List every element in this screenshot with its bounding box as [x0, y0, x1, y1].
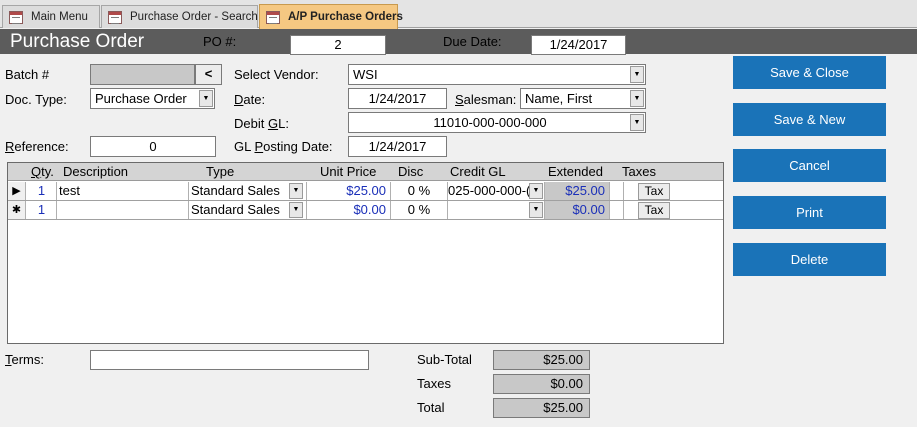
- total-field: $25.00: [493, 398, 590, 418]
- unit-price-cell[interactable]: $0.00: [307, 201, 391, 219]
- column-header-disc: Disc: [398, 164, 424, 179]
- tab-ap-purchase-orders[interactable]: A/P Purchase Orders: [259, 4, 403, 29]
- vendor-value: WSI: [353, 67, 378, 82]
- unit-price-cell[interactable]: $25.00: [307, 182, 391, 200]
- table-row[interactable]: ✱ 1 Standard Sales ▼ $0.00 0 % ▼ $0.00 T…: [8, 201, 723, 220]
- total-label: Total: [417, 400, 445, 415]
- due-date-field[interactable]: 1/24/2017: [531, 35, 626, 55]
- form-icon: [9, 10, 23, 24]
- column-header-type: Type: [206, 164, 235, 179]
- document-tab-bar: Main Menu Purchase Order - Search A/P Pu…: [0, 0, 917, 29]
- select-vendor-label: Select Vendor:: [234, 67, 319, 82]
- description-cell[interactable]: test: [57, 182, 189, 200]
- column-header-qty: Qty.: [31, 164, 54, 179]
- record-selector-icon[interactable]: ▶: [8, 182, 26, 200]
- batch-lookup-button[interactable]: <: [195, 64, 222, 85]
- form-icon: [108, 10, 122, 24]
- tab-purchase-order-search[interactable]: Purchase Order - Search: [101, 5, 258, 28]
- form-icon: [266, 10, 280, 24]
- qty-cell[interactable]: 1: [27, 182, 57, 200]
- debit-gl-value: 11010-000-000-000: [433, 115, 547, 130]
- chevron-down-icon[interactable]: ▼: [630, 90, 644, 107]
- chevron-down-icon[interactable]: ▼: [289, 183, 303, 199]
- column-header-taxes: Taxes: [622, 164, 656, 179]
- table-row[interactable]: ▶ 1 test Standard Sales ▼ $25.00 0 % 025…: [8, 182, 723, 201]
- print-button[interactable]: Print: [733, 196, 886, 229]
- vendor-select[interactable]: WSI ▼: [348, 64, 646, 85]
- debit-gl-select[interactable]: 11010-000-000-000 ▼: [348, 112, 646, 133]
- column-header-unit-price: Unit Price: [320, 164, 377, 179]
- reference-label: Reference:: [5, 139, 69, 154]
- chevron-down-icon[interactable]: ▼: [199, 90, 213, 107]
- new-record-icon[interactable]: ✱: [8, 201, 26, 219]
- tax-button[interactable]: Tax: [638, 202, 670, 219]
- salesman-select[interactable]: Name, First ▼: [520, 88, 646, 109]
- tab-main-menu[interactable]: Main Menu: [2, 5, 100, 28]
- terms-label: Terms:: [5, 352, 44, 367]
- extended-cell: $25.00: [545, 182, 610, 200]
- chevron-down-icon[interactable]: ▼: [630, 66, 644, 83]
- gl-posting-date-field[interactable]: 1/24/2017: [348, 136, 447, 157]
- batch-field[interactable]: [90, 64, 195, 85]
- subtotal-label: Sub-Total: [417, 352, 472, 367]
- column-header-description: Description: [63, 164, 129, 179]
- tab-label: Main Menu: [31, 11, 88, 23]
- chevron-down-icon[interactable]: ▼: [630, 114, 644, 131]
- tab-label: Purchase Order - Search: [130, 11, 258, 23]
- taxes-label: Taxes: [417, 376, 451, 391]
- page-title: Purchase Order: [10, 31, 145, 52]
- po-number-field[interactable]: 2: [290, 35, 386, 55]
- save-close-button[interactable]: Save & Close: [733, 56, 886, 89]
- extended-cell: $0.00: [545, 201, 610, 219]
- taxes-spacer-cell: [610, 201, 624, 219]
- delete-button[interactable]: Delete: [733, 243, 886, 276]
- salesman-value: Name, First: [525, 91, 593, 106]
- chevron-down-icon[interactable]: ▼: [529, 183, 543, 199]
- batch-label: Batch #: [5, 67, 50, 82]
- reference-field[interactable]: 0: [90, 136, 216, 157]
- qty-cell[interactable]: 1: [27, 201, 57, 219]
- date-label: Date:: [234, 92, 266, 107]
- doc-type-select[interactable]: Purchase Order ▼: [90, 88, 215, 109]
- chevron-down-icon[interactable]: ▼: [289, 202, 303, 218]
- line-items-grid[interactable]: Qty. Description Type Unit Price Disc Cr…: [7, 162, 724, 344]
- tab-label: A/P Purchase Orders: [288, 11, 403, 23]
- terms-field[interactable]: [90, 350, 369, 370]
- save-new-button[interactable]: Save & New: [733, 103, 886, 136]
- due-date-label: Due Date:: [443, 34, 502, 49]
- doc-type-value: Purchase Order: [95, 91, 187, 106]
- description-cell[interactable]: [57, 201, 189, 219]
- chevron-down-icon[interactable]: ▼: [529, 202, 543, 218]
- date-field[interactable]: 1/24/2017: [348, 88, 447, 109]
- debit-gl-label: Debit GL:: [234, 116, 289, 131]
- subtotal-field: $25.00: [493, 350, 590, 370]
- grid-header: Qty. Description Type Unit Price Disc Cr…: [8, 163, 723, 181]
- salesman-label: Salesman:: [455, 92, 517, 107]
- po-number-label: PO #:: [203, 34, 237, 49]
- column-header-extended: Extended: [548, 164, 603, 179]
- tax-button[interactable]: Tax: [638, 183, 670, 200]
- doc-type-label: Doc. Type:: [5, 92, 67, 107]
- disc-cell[interactable]: 0 %: [391, 201, 448, 219]
- taxes-spacer-cell: [610, 182, 624, 200]
- cancel-button[interactable]: Cancel: [733, 149, 886, 182]
- disc-cell[interactable]: 0 %: [391, 182, 448, 200]
- gl-posting-date-label: GL Posting Date:: [234, 139, 333, 154]
- taxes-field: $0.00: [493, 374, 590, 394]
- column-header-credit-gl: Credit GL: [450, 164, 506, 179]
